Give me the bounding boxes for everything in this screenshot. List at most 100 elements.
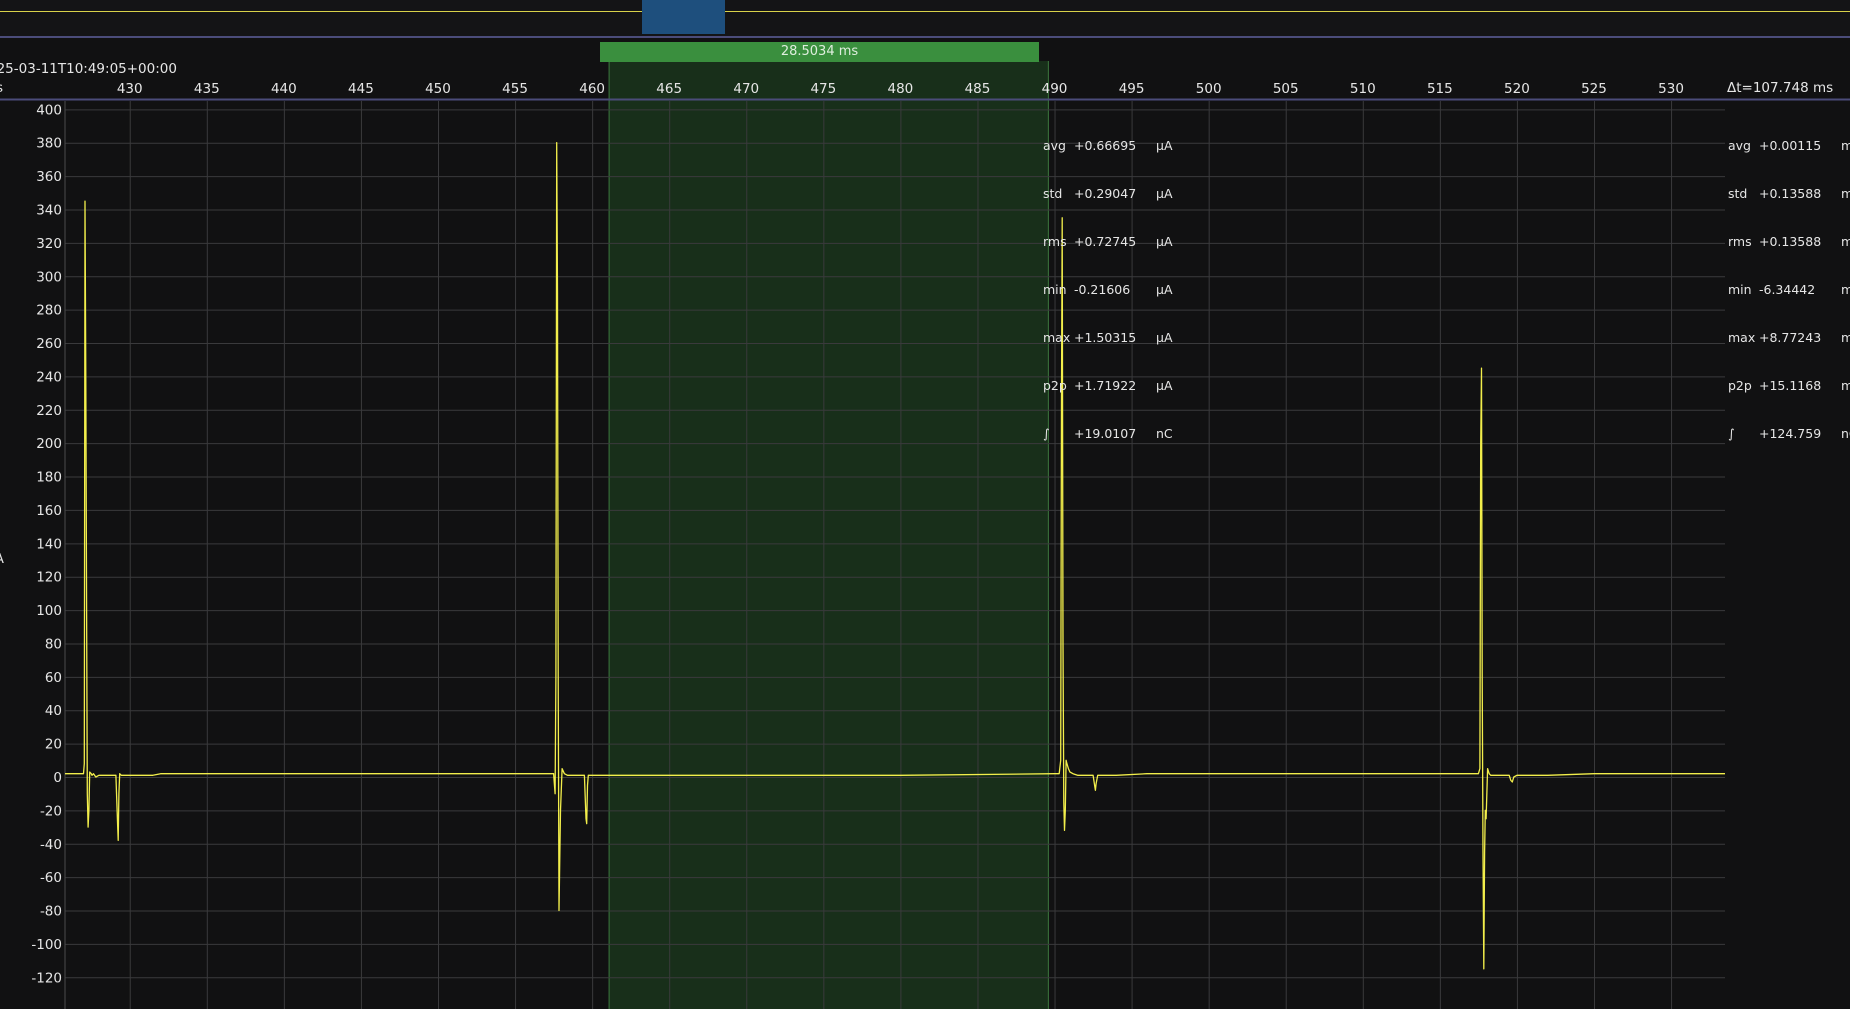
window-delta-t: Δt=107.748 ms [1727, 80, 1834, 96]
x-tick-label: 430 [117, 81, 143, 97]
marker-stat-max: max +1.50315 μA [1043, 330, 1186, 346]
x-tick-label: 500 [1196, 81, 1222, 97]
stat-unit: μA [1156, 378, 1173, 393]
dual-marker-delta-label[interactable]: 28.5034 ms [600, 42, 1039, 62]
stat-unit: mA [1841, 234, 1850, 249]
stat-unit: mA [1841, 138, 1850, 153]
x-axis-unit: s [0, 80, 3, 96]
stat-value: +15.1168 [1759, 378, 1822, 393]
stat-name: avg [1043, 138, 1066, 153]
stat-unit: nC [1841, 426, 1850, 441]
stat-value: +0.72745 [1074, 234, 1137, 249]
x-tick-label: 455 [502, 81, 528, 97]
stat-unit: μA [1156, 186, 1173, 201]
y-tick-label: -80 [40, 904, 62, 920]
stat-unit: nC [1156, 426, 1173, 441]
x-tick-label: 510 [1350, 81, 1376, 97]
stat-name: p2p [1728, 378, 1752, 393]
y-tick-label: 300 [36, 269, 62, 285]
y-tick-label: 340 [36, 202, 62, 218]
y-tick-label: 0 [53, 770, 62, 786]
x-tick-label: 530 [1658, 81, 1684, 97]
y-tick-label: 100 [36, 603, 62, 619]
x-tick-label: 445 [348, 81, 374, 97]
y-tick-label: 280 [36, 303, 62, 319]
y-tick-label: -60 [40, 870, 62, 886]
x-tick-label: 435 [194, 81, 220, 97]
window-stat-std: std +0.13588 mA [1728, 186, 1850, 202]
window-stat-p2p: p2p +15.1168 mA [1728, 378, 1850, 394]
stat-name: std [1043, 186, 1063, 201]
stat-unit: mA [1841, 282, 1850, 297]
stat-unit: mA [1841, 186, 1850, 201]
window-stat-max: max+8.77243 mA [1728, 330, 1850, 346]
marker-stat-rms: rms +0.72745 μA [1043, 234, 1186, 250]
y-tick-label: 180 [36, 470, 62, 486]
stat-name: p2p [1043, 378, 1067, 393]
y-tick-label: 200 [36, 436, 62, 452]
stat-name: ∫ [1728, 426, 1735, 441]
stat-value: +0.66695 [1074, 138, 1137, 153]
window-stat-rms: rms +0.13588 mA [1728, 234, 1850, 250]
stat-name: ∫ [1043, 426, 1050, 441]
x-tick-label: 520 [1504, 81, 1530, 97]
x-tick-label: 515 [1427, 81, 1453, 97]
x-tick-label: 450 [425, 81, 451, 97]
window-stat-avg: avg +0.00115 mA [1728, 138, 1850, 154]
marker-stat-p2p: p2p +1.71922 μA [1043, 378, 1186, 394]
stat-unit: μA [1156, 282, 1173, 297]
x-tick-label: 485 [965, 81, 991, 97]
stat-value: +1.71922 [1074, 378, 1137, 393]
y-axis-unit: A [0, 552, 4, 567]
stat-value: +0.29047 [1074, 186, 1137, 201]
stat-unit: mA [1841, 378, 1850, 393]
y-tick-label: -40 [40, 837, 62, 853]
y-tick-label: 240 [36, 369, 62, 385]
y-tick-label: 400 [36, 102, 62, 118]
current-plot[interactable]: 430 435 440 445 450 455 460 465 470 475 480 485 490 4… [0, 0, 1850, 1009]
stat-unit: mA [1841, 330, 1850, 345]
stat-unit: μA [1156, 138, 1173, 153]
stat-name: rms [1728, 234, 1752, 249]
stat-value: -6.34442 [1759, 282, 1816, 297]
marker-stat-std: std +0.29047 μA [1043, 186, 1186, 202]
y-tick-label: 260 [36, 336, 62, 352]
x-tick-label: 505 [1273, 81, 1299, 97]
window-statistics: avg +0.00115 mA std +0.13588 mA rms +0.13588 m… [1728, 106, 1850, 474]
y-tick-label: 20 [45, 737, 62, 753]
stat-unit: μA [1156, 330, 1173, 345]
x-tick-label: 480 [888, 81, 914, 97]
x-tick-label: 525 [1581, 81, 1607, 97]
marker-stat-avg: avg +0.66695 μA [1043, 138, 1186, 154]
stat-value: -0.21606 [1074, 282, 1131, 297]
stat-name: avg [1728, 138, 1751, 153]
stat-name: min [1728, 282, 1752, 297]
y-tick-label: 360 [36, 169, 62, 185]
marker-stat-min: min -0.21606 μA [1043, 282, 1186, 298]
waveform-viewer: 430 435 440 445 450 455 460 465 470 475 480 485 490 4… [0, 0, 1850, 1009]
x-tick-label: 475 [810, 81, 836, 97]
x-tick-label: 460 [579, 81, 605, 97]
stat-name: max [1043, 330, 1071, 345]
x-tick-label: 495 [1119, 81, 1145, 97]
stat-name: rms [1043, 234, 1067, 249]
y-tick-label: 320 [36, 236, 62, 252]
y-tick-label: 80 [45, 636, 62, 652]
stat-unit: μA [1156, 234, 1173, 249]
x-tick-label: 440 [271, 81, 297, 97]
y-tick-label: -20 [40, 803, 62, 819]
y-tick-label: 380 [36, 136, 62, 152]
y-tick-label: 160 [36, 503, 62, 519]
stat-value: +0.13588 [1759, 186, 1822, 201]
y-tick-label: 120 [36, 570, 62, 586]
stat-name: min [1043, 282, 1067, 297]
x-tick-label: 490 [1042, 81, 1068, 97]
axis-timestamp: 025-03-11T10:49:05+00:00 [0, 61, 177, 77]
stat-value: +1.50315 [1074, 330, 1137, 345]
stat-name: std [1728, 186, 1748, 201]
stat-name: max [1728, 330, 1756, 345]
stat-value: +0.13588 [1759, 234, 1822, 249]
marker-region [609, 61, 1049, 1009]
y-tick-label: -120 [31, 970, 62, 986]
stat-value: +0.00115 [1759, 138, 1822, 153]
